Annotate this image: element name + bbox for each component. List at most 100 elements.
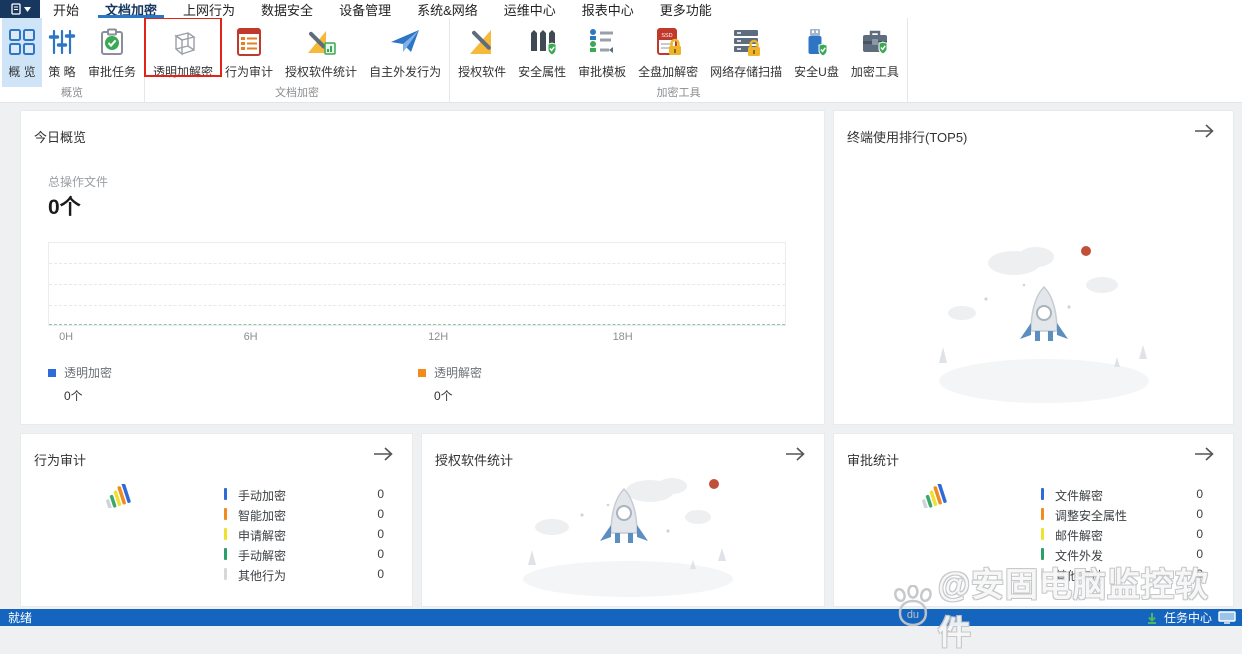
tab-ops-center[interactable]: 运维中心: [491, 0, 569, 18]
tab-data-security[interactable]: 数据安全: [248, 0, 326, 18]
btn-approval-template[interactable]: 审批模板: [572, 18, 632, 87]
stat-row: 其他行为 0: [224, 567, 384, 583]
dashboard: 今日概览 总操作文件 0个 0H 6H 12H 18H 透明加密 0个 透明解密: [0, 103, 1242, 609]
monitor-icon[interactable]: [1218, 611, 1236, 624]
legend-label: 透明加密: [64, 366, 113, 380]
legend-transparent-decrypt: 透明解密 0个: [418, 364, 482, 404]
panel-title: 授权软件统计: [435, 453, 514, 468]
x-tick: 12H: [428, 331, 449, 343]
svg-text:SSD: SSD: [661, 33, 672, 39]
panel-title: 审批统计: [847, 453, 900, 468]
btn-behavior-audit[interactable]: 行为审计: [219, 18, 279, 87]
btn-licensed-software-stats[interactable]: 授权软件统计: [279, 18, 363, 87]
app-menu-button[interactable]: [0, 0, 40, 18]
btn-transparent-encryption[interactable]: 透明加解密: [144, 17, 223, 87]
x-tick: 18H: [612, 331, 633, 343]
row-value: 0: [1196, 507, 1203, 521]
arrow-right-icon[interactable]: [1193, 446, 1215, 464]
tab-home[interactable]: 开始: [40, 0, 92, 18]
empty-state-rocket-illustration: [904, 221, 1174, 416]
tab-system-network[interactable]: 系统&网络: [404, 0, 491, 18]
row-label: 手动加密: [238, 489, 287, 503]
row-swatch: [1041, 548, 1044, 560]
row-swatch: [224, 488, 227, 500]
tab-report-center[interactable]: 报表中心: [569, 0, 647, 18]
btn-encryption-tools[interactable]: 加密工具: [845, 18, 905, 87]
btn-secure-usb[interactable]: 安全U盘: [788, 18, 845, 87]
audit-list-icon: [236, 25, 262, 59]
btn-approval-tasks[interactable]: 审批任务: [82, 18, 142, 87]
approval-template-icon: [587, 25, 617, 59]
row-label: 调整安全属性: [1055, 509, 1128, 523]
toolbox-shield-icon: [860, 25, 890, 59]
btn-self-outgoing-behavior-label: 自主外发行为: [369, 65, 442, 79]
row-value: 0: [377, 507, 384, 521]
btn-overview[interactable]: 概 览: [2, 18, 42, 88]
btn-security-attributes-label: 安全属性: [518, 65, 567, 79]
ribbon: 概 览 策 略 审批任务 概览 透明加解密 行为审计 授权软件统计 自主外发行为…: [0, 17, 1242, 103]
btn-behavior-audit-label: 行为审计: [225, 65, 274, 79]
grid-overview-icon: [8, 25, 36, 59]
chart-x-axis: 0H 6H 12H 18H: [48, 331, 786, 345]
tab-more-features[interactable]: 更多功能: [647, 0, 725, 18]
panel-licensed-software-stats: 授权软件统计: [421, 433, 825, 607]
stat-label: 总操作文件: [48, 175, 109, 189]
btn-network-storage-scan[interactable]: 网络存储扫描: [704, 18, 788, 87]
tab-doc-encryption[interactable]: 文档加密: [92, 0, 170, 18]
stat-value: 0个: [48, 196, 81, 219]
stat-row: 调整安全属性 0: [1041, 507, 1203, 523]
row-label: 文件外发: [1055, 549, 1104, 563]
stat-row: 智能加密 0: [224, 507, 384, 523]
ribbon-group-label: 文档加密: [275, 87, 320, 100]
server-lock-icon: [730, 25, 762, 59]
row-label: 其他行为: [238, 569, 287, 583]
btn-self-outgoing-behavior[interactable]: 自主外发行为: [363, 18, 447, 87]
usb-shield-icon: [802, 25, 830, 59]
panel-behavior-audit: 行为审计 手动加密 0 智能加密 0 申请解密 0 手动解密 0 其他行为 0: [20, 433, 413, 607]
row-label: 智能加密: [238, 509, 287, 523]
ruler-pencil-stats-icon: [305, 25, 337, 59]
legend-value: 0个: [434, 389, 453, 403]
btn-policy-label: 策 略: [48, 65, 76, 79]
download-arrow-icon: [1147, 612, 1156, 624]
legend-label: 透明解密: [434, 366, 483, 380]
arrow-right-icon[interactable]: [1193, 123, 1215, 141]
ssd-lock-icon: SSD: [653, 25, 683, 59]
stat-row: 手动加密 0: [224, 487, 384, 503]
row-value: 0: [1196, 487, 1203, 501]
task-center-button[interactable]: 任务中心: [1164, 609, 1212, 626]
btn-overview-label: 概 览: [8, 65, 36, 79]
row-label: 手动解密: [238, 549, 287, 563]
row-value: 0: [377, 487, 384, 501]
tab-internet-behavior[interactable]: 上网行为: [170, 0, 248, 18]
panel-today-overview: 今日概览 总操作文件 0个 0H 6H 12H 18H 透明加密 0个 透明解密: [20, 110, 825, 425]
btn-licensed-software[interactable]: 授权软件: [452, 18, 512, 87]
hourly-chart: [48, 242, 786, 326]
row-swatch: [224, 548, 227, 560]
row-swatch: [224, 528, 227, 540]
btn-fulldisk-encryption-label: 全盘加解密: [638, 65, 699, 79]
row-value: 0: [377, 547, 384, 561]
panel-title: 今日概览: [34, 130, 87, 145]
btn-approval-tasks-label: 审批任务: [88, 65, 137, 79]
menu-tabbar: 开始 文档加密 上网行为 数据安全 设备管理 系统&网络 运维中心 报表中心 更…: [0, 0, 1242, 18]
row-label: 其他审批: [1055, 569, 1104, 583]
btn-fulldisk-encryption[interactable]: SSD 全盘加解密: [632, 18, 704, 87]
tab-device-management[interactable]: 设备管理: [326, 0, 404, 18]
btn-security-attributes[interactable]: 安全属性: [512, 18, 572, 87]
row-value: 0: [377, 567, 384, 581]
arrow-right-icon[interactable]: [372, 446, 394, 464]
clipboard-check-icon: [98, 25, 126, 59]
stat-row: 申请解密 0: [224, 527, 384, 543]
arrow-right-icon[interactable]: [784, 446, 806, 464]
ribbon-group-encryption-tools: 授权软件 安全属性 审批模板 SSD 全盘加解密 网络存储扫描 安全U盘 加密工…: [450, 18, 908, 102]
legend-value: 0个: [64, 389, 83, 403]
x-tick: 6H: [243, 331, 258, 343]
sliders-icon: [48, 25, 76, 59]
row-swatch: [224, 568, 227, 580]
stat-row: 文件外发 0: [1041, 547, 1203, 563]
ribbon-group-overview: 概 览 策 略 审批任务 概览: [0, 18, 146, 102]
btn-secure-usb-label: 安全U盘: [794, 65, 839, 79]
mini-bars-icon: [919, 481, 949, 513]
btn-policy[interactable]: 策 略: [42, 18, 82, 87]
